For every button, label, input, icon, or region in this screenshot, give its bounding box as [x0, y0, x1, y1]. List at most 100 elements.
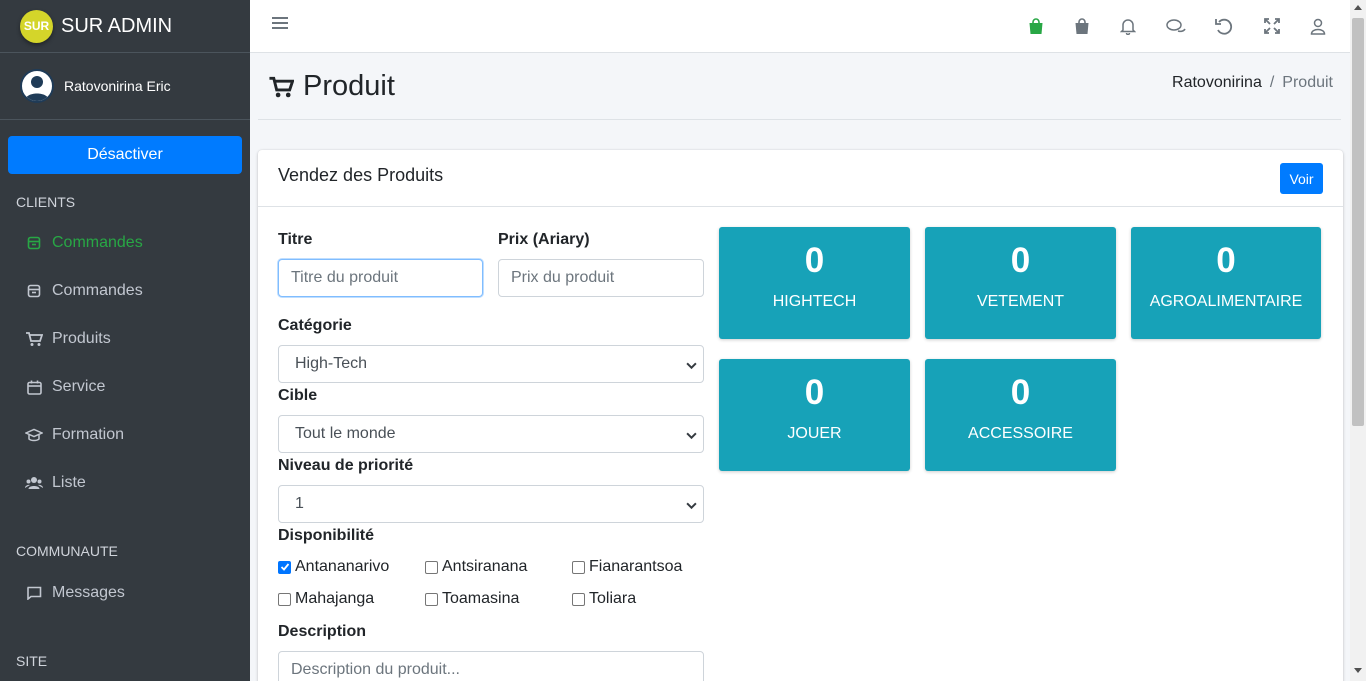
brand-name: SUR ADMIN [61, 14, 173, 37]
priority-value: 1 [295, 495, 304, 512]
sidebar-item-label: Service [52, 378, 106, 395]
checkbox-label: Antananarivo [295, 558, 390, 575]
chevron-down-icon [686, 358, 697, 376]
breadcrumb: Ratovonirina / Produit [1172, 74, 1333, 92]
checkbox[interactable] [572, 592, 585, 606]
bell-icon[interactable] [1116, 14, 1140, 38]
hamburger-menu-icon[interactable] [272, 16, 288, 35]
topbar [250, 0, 1350, 53]
sidebar-item-label: Commandes [52, 282, 143, 299]
brand-logo: SUR [20, 9, 53, 43]
priority-select[interactable]: 1 [278, 485, 704, 523]
checkbox-toamasina[interactable]: Toamasina [425, 590, 519, 608]
title-placeholder: Titre du produit [291, 269, 399, 286]
stat-tile-hightech: 0 HIGHTECH [719, 227, 910, 339]
chevron-down-icon [686, 498, 697, 516]
calendar-icon [24, 380, 44, 395]
title-input[interactable]: Titre du produit [278, 259, 483, 297]
page-title: Produit [303, 70, 395, 102]
checkbox-label: Toamasina [442, 590, 520, 607]
sidebar-item-messages[interactable]: Messages [8, 573, 242, 613]
checkbox-antsiranana[interactable]: Antsiranana [425, 558, 527, 576]
category-select[interactable]: High-Tech [278, 345, 704, 383]
view-button[interactable]: Voir [1280, 163, 1323, 194]
sidebar-item-service[interactable]: Service [8, 367, 242, 407]
sidebar-item-label: Liste [52, 474, 86, 491]
undo-icon[interactable] [1212, 14, 1236, 38]
stat-count: 0 [1010, 373, 1031, 412]
box-icon [24, 236, 44, 250]
checkbox[interactable] [425, 560, 438, 574]
stat-label: AGROALIMENTAIRE [1149, 293, 1303, 310]
sidebar-item-commandes[interactable]: Commandes [8, 271, 242, 311]
shopping-bag-icon[interactable] [1070, 14, 1094, 38]
checkbox-label: Antsiranana [442, 558, 528, 575]
checkbox-checked[interactable] [278, 560, 291, 574]
sidebar-item-label: Commandes [52, 234, 143, 251]
description-placeholder: Description du produit... [291, 661, 460, 678]
stat-count: 0 [804, 241, 825, 280]
price-input[interactable]: Prix du produit [498, 259, 704, 297]
chevron-down-icon [686, 428, 697, 446]
price-label: Prix (Ariary) [498, 231, 590, 248]
cart-icon [24, 331, 44, 347]
card-header: Vendez des Produits Voir [258, 150, 1343, 207]
stat-label: JOUER [787, 425, 842, 442]
shopping-bag-green-icon[interactable] [1024, 14, 1048, 38]
priority-label: Niveau de priorité [278, 457, 414, 474]
nav-header-site: SITE [16, 653, 48, 669]
box-icon [24, 284, 44, 298]
brand-link[interactable]: SUR SUR ADMIN [0, 0, 250, 53]
checkbox[interactable] [425, 592, 438, 606]
sidebar-item-produits[interactable]: Produits [8, 319, 242, 359]
title-label: Titre [278, 231, 313, 248]
sidebar-item-label: Formation [52, 426, 125, 443]
stat-count: 0 [1010, 241, 1031, 280]
scroll-up-arrow-icon[interactable] [1354, 5, 1362, 10]
nav-header-clients: CLIENTS [16, 194, 76, 210]
target-value: Tout le monde [295, 425, 396, 442]
stat-label: HIGHTECH [772, 293, 857, 310]
checkbox-label: Fianarantsoa [589, 558, 683, 575]
breadcrumb-link[interactable]: Ratovonirina [1172, 74, 1262, 92]
stat-label: VETEMENT [976, 293, 1065, 310]
scroll-down-arrow-icon[interactable] [1354, 668, 1362, 673]
stat-tile-agroalimentaire: 0 AGROALIMENTAIRE [1131, 227, 1321, 339]
checkbox-label: Toliara [589, 590, 637, 607]
stat-tile-jouer: 0 JOUER [719, 359, 910, 471]
sidebar-item-commandes-active[interactable]: Commandes [8, 223, 242, 263]
breadcrumb-separator: / [1269, 74, 1275, 91]
user-panel[interactable]: Ratovonirina Eric [0, 53, 250, 120]
nav-header-communaute: COMMUNAUTE [16, 543, 118, 559]
description-textarea[interactable]: Description du produit... [278, 651, 704, 681]
comments-icon[interactable] [1164, 14, 1188, 38]
graduation-cap-icon [24, 428, 44, 442]
checkbox-label: Mahajanga [295, 590, 375, 607]
checkbox[interactable] [572, 560, 585, 574]
stat-tile-accessoire: 0 ACCESSOIRE [925, 359, 1116, 471]
user-icon[interactable] [1306, 14, 1330, 38]
checkbox-toliara[interactable]: Toliara [572, 590, 636, 608]
checkbox-antananarivo[interactable]: Antananarivo [278, 558, 389, 576]
sidebar-item-liste[interactable]: Liste [8, 463, 242, 503]
stat-count: 0 [1216, 241, 1236, 280]
checkbox-mahajanga[interactable]: Mahajanga [278, 590, 374, 608]
product-card: Vendez des Produits Voir Titre Titre du … [258, 150, 1343, 681]
message-icon [24, 586, 44, 600]
sidebar-item-formation[interactable]: Formation [8, 415, 242, 455]
scrollbar[interactable] [1350, 0, 1366, 681]
checkbox[interactable] [278, 592, 291, 606]
target-select[interactable]: Tout le monde [278, 415, 704, 453]
fullscreen-icon[interactable] [1260, 14, 1284, 38]
description-label: Description [278, 623, 367, 640]
divider [258, 119, 1341, 120]
scroll-thumb[interactable] [1352, 18, 1364, 426]
checkbox-fianarantsoa[interactable]: Fianarantsoa [572, 558, 682, 576]
deactivate-button[interactable]: Désactiver [8, 136, 242, 174]
price-placeholder: Prix du produit [511, 269, 615, 286]
users-icon [24, 476, 44, 490]
stat-count: 0 [804, 373, 825, 412]
sidebar: SUR SUR ADMIN Ratovonirina Eric Désactiv… [0, 0, 250, 681]
target-label: Cible [278, 387, 318, 404]
stat-tile-vetement: 0 VETEMENT [925, 227, 1116, 339]
